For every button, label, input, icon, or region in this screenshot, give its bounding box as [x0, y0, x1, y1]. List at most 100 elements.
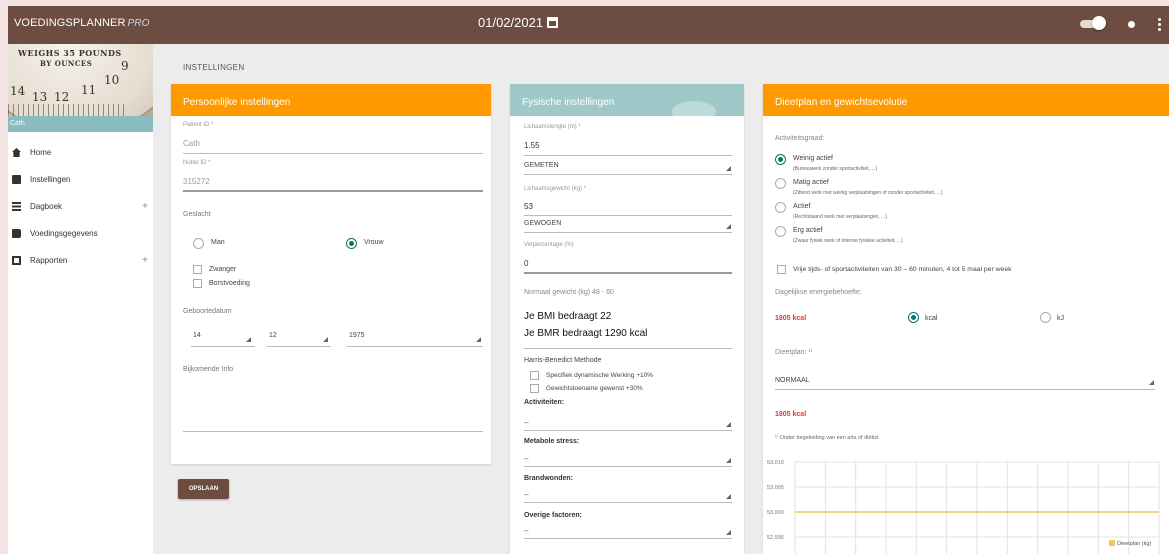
- dieet-card: Dieetplan en gewichtsevolutie Activiteit…: [763, 84, 1169, 554]
- gewicht-method-select[interactable]: GEWOGEN: [524, 220, 561, 227]
- hero-number: 12: [54, 90, 70, 104]
- vetpct-input[interactable]: 0: [524, 259, 528, 268]
- metabole-select[interactable]: --: [524, 456, 529, 463]
- divider: [524, 348, 732, 349]
- field-underline: [524, 538, 732, 539]
- field-underline: [524, 466, 732, 467]
- calendar-icon[interactable]: [547, 17, 559, 28]
- activiteit-option-label: Weinig actief: [793, 155, 833, 162]
- sidebar-item-instellingen[interactable]: Instellingen: [8, 166, 153, 193]
- sidebar-item-rapporten[interactable]: Rapporten +: [8, 247, 153, 274]
- activiteiten-select[interactable]: --: [524, 420, 529, 427]
- sidebar-item-voedingsgegevens[interactable]: Voedingsgegevens: [8, 220, 153, 247]
- list-icon: [12, 202, 21, 211]
- unit-kj-radio[interactable]: [1040, 312, 1051, 323]
- gender-man-radio[interactable]: [193, 238, 204, 249]
- card-title: Fysische instellingen: [510, 84, 744, 116]
- nubel-id-label: Nubel ID *: [183, 160, 211, 166]
- settings-icon: [12, 175, 21, 184]
- activiteit-radio-actief[interactable]: [775, 202, 786, 213]
- chart-y-tick-label: 53.000: [767, 510, 784, 516]
- energie-label: Dagelijkse energiebehoefte:: [775, 289, 862, 296]
- hero-scale-ticks: [8, 104, 128, 116]
- home-icon: [12, 148, 21, 157]
- spec-label: Specifiek dynamische Werking +10%: [546, 372, 654, 379]
- toename-checkbox[interactable]: [530, 384, 539, 393]
- gewicht-label: Lichaamsgewicht (kg) *: [524, 186, 587, 192]
- overige-select[interactable]: --: [524, 528, 529, 535]
- hero-text-2: BY OUNCES: [40, 59, 93, 68]
- patient-id-label: Patient ID *: [183, 122, 214, 128]
- normaal-gewicht: Normaal gewicht (kg) 48 - 60: [524, 289, 614, 296]
- borstvoeding-checkbox[interactable]: [193, 279, 202, 288]
- patient-id-input[interactable]: Cath: [183, 139, 200, 148]
- field-underline: [524, 430, 732, 431]
- zwanger-checkbox[interactable]: [193, 265, 202, 274]
- dropdown-arrow-icon: [1149, 380, 1154, 385]
- field-underline: [183, 190, 483, 192]
- app-brand[interactable]: VOEDINGSPLANNER PRO: [14, 17, 150, 29]
- sidebar: WEIGHS 35 POUNDS BY OUNCES 14 13 12 11 1…: [8, 44, 153, 554]
- footnote: ¹⁾ Onder begeleiding van een arts of dië…: [775, 435, 879, 441]
- birth-month-select[interactable]: 12: [269, 332, 277, 339]
- date-picker[interactable]: 01/02/2021: [478, 15, 559, 30]
- unit-kcal-label: kcal: [925, 315, 938, 322]
- weight-chart: 53.01053.00553.00052.99552.990Dieetplan …: [767, 460, 1160, 554]
- dropdown-arrow-icon: [726, 166, 731, 171]
- spec-checkbox[interactable]: [530, 371, 539, 380]
- gender-vrouw-radio[interactable]: [346, 238, 357, 249]
- field-underline: [191, 346, 255, 347]
- save-button[interactable]: OPSLAAN: [178, 479, 229, 499]
- field-underline: [347, 346, 483, 347]
- gewicht-input[interactable]: 53: [524, 202, 533, 211]
- gender-man-label: Man: [211, 239, 225, 246]
- user-name: Cath: [8, 116, 153, 132]
- sidebar-nav: Home Instellingen Dagboek + Voedingsgege…: [8, 139, 153, 274]
- hero-number: 11: [81, 83, 97, 97]
- field-underline: [524, 502, 732, 503]
- book-icon: [12, 229, 21, 238]
- current-date: 01/02/2021: [478, 15, 544, 30]
- card-title: Dieetplan en gewichtsevolutie: [763, 84, 1169, 116]
- dieetplan-select[interactable]: NORMAAL: [775, 377, 810, 384]
- sidebar-item-dagboek[interactable]: Dagboek +: [8, 193, 153, 220]
- birth-year-select[interactable]: 1975: [349, 332, 365, 339]
- field-underline: [775, 389, 1155, 390]
- sidebar-item-label: Instellingen: [30, 175, 71, 184]
- expand-plus-icon[interactable]: +: [142, 193, 148, 220]
- field-underline: [524, 155, 732, 156]
- bmr-text: Je BMR bedraagt 1290 kcal: [524, 328, 648, 339]
- status-dot-icon[interactable]: [1128, 21, 1135, 28]
- zwanger-label: Zwanger: [209, 266, 237, 273]
- activiteit-radio-matig[interactable]: [775, 178, 786, 189]
- dropdown-arrow-icon: [726, 530, 731, 535]
- lengte-input[interactable]: 1.55: [524, 141, 540, 150]
- brandwonden-label: Brandwonden:: [524, 475, 573, 482]
- activiteit-option-desc: (Rechtstaand werk met verplaatsingen, ..…: [793, 214, 887, 220]
- overige-label: Overige factoren:: [524, 512, 582, 519]
- unit-kcal-radio[interactable]: [908, 312, 919, 323]
- geboortedatum-label: Geboortedatum: [183, 308, 232, 315]
- more-vert-icon[interactable]: [1158, 18, 1161, 32]
- activiteit-option-label: Actief: [793, 203, 811, 210]
- sidebar-item-label: Rapporten: [30, 256, 68, 265]
- brandwonden-select[interactable]: --: [524, 492, 529, 499]
- report-icon: [12, 256, 21, 265]
- activiteit-radio-weinig[interactable]: [775, 154, 786, 165]
- theme-toggle[interactable]: [1080, 16, 1106, 30]
- sidebar-item-home[interactable]: Home: [8, 139, 153, 166]
- expand-plus-icon[interactable]: +: [142, 247, 148, 274]
- birth-day-select[interactable]: 14: [193, 332, 201, 339]
- card-title: Persoonlijke instellingen: [171, 84, 491, 116]
- nubel-id-input[interactable]: 315272: [183, 177, 210, 186]
- activiteit-radio-erg[interactable]: [775, 226, 786, 237]
- info-textarea-underline[interactable]: [183, 431, 483, 432]
- vrije-tijd-checkbox[interactable]: [777, 265, 786, 274]
- field-underline: [524, 174, 732, 175]
- dieetplan-label: Dieetplan: ¹⁾: [775, 349, 813, 356]
- sidebar-hero-image: WEIGHS 35 POUNDS BY OUNCES 14 13 12 11 1…: [8, 44, 153, 116]
- chart-y-tick-label: 53.005: [767, 485, 784, 491]
- lengte-method-select[interactable]: GEMETEN: [524, 162, 559, 169]
- toggle-knob: [1092, 16, 1106, 30]
- dropdown-arrow-icon: [726, 494, 731, 499]
